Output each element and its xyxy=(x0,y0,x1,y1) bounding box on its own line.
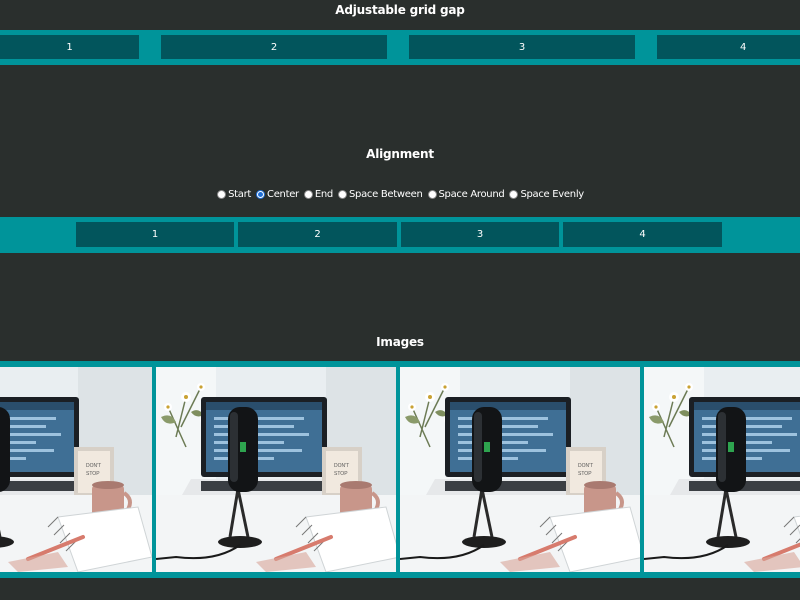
radio-space-around-circle[interactable] xyxy=(427,190,437,199)
radio-end-label: End xyxy=(314,189,333,200)
alignment-band: 1 2 3 4 xyxy=(0,217,800,253)
radio-space-around[interactable]: Space Around xyxy=(427,189,505,200)
radio-space-between[interactable]: Space Between xyxy=(337,189,423,200)
radio-space-evenly[interactable]: Space Evenly xyxy=(509,189,584,200)
desk-microphone-photo xyxy=(644,367,800,572)
grid-gap-cell-4: 4 xyxy=(657,35,800,59)
radio-space-evenly-circle[interactable] xyxy=(509,190,519,199)
page: Adjustable grid gap 1 2 3 4 Alignment St… xyxy=(0,0,800,600)
grid-gap-cell-3: 3 xyxy=(409,35,635,59)
radio-space-between-circle[interactable] xyxy=(337,190,347,199)
radio-start-label: Start xyxy=(228,189,252,200)
radio-space-around-label: Space Around xyxy=(438,189,505,200)
radio-end-circle[interactable] xyxy=(303,190,313,199)
desk-microphone-photo xyxy=(0,367,152,572)
photo-3 xyxy=(400,367,640,572)
grid-gap-band: 1 2 3 4 xyxy=(0,30,800,65)
desk-microphone-photo xyxy=(156,367,396,572)
radio-space-between-label: Space Between xyxy=(348,189,423,200)
radio-start-circle[interactable] xyxy=(217,190,227,199)
radio-center-label: Center xyxy=(267,189,299,200)
alignment-title: Alignment xyxy=(366,147,434,161)
radio-center[interactable]: Center xyxy=(256,189,299,200)
grid-gap-cell-2: 2 xyxy=(161,35,387,59)
alignment-cell-3: 3 xyxy=(401,222,559,247)
radio-space-evenly-label: Space Evenly xyxy=(520,189,584,200)
radio-center-circle[interactable] xyxy=(256,190,266,199)
alignment-cell-1: 1 xyxy=(76,222,234,247)
photo-2 xyxy=(156,367,396,572)
alignment-cell-2: 2 xyxy=(238,222,397,247)
radio-end[interactable]: End xyxy=(303,189,333,200)
radio-start[interactable]: Start xyxy=(217,189,251,200)
images-title: Images xyxy=(376,335,424,349)
desk-microphone-photo xyxy=(400,367,640,572)
grid-gap-cell-1: 1 xyxy=(0,35,139,59)
grid-gap-title: Adjustable grid gap xyxy=(335,3,465,17)
photo-1 xyxy=(0,367,152,572)
alignment-radio-group: Start Center End Space Between Space Aro… xyxy=(0,189,800,200)
alignment-cell-4: 4 xyxy=(563,222,722,247)
photo-4 xyxy=(644,367,800,572)
